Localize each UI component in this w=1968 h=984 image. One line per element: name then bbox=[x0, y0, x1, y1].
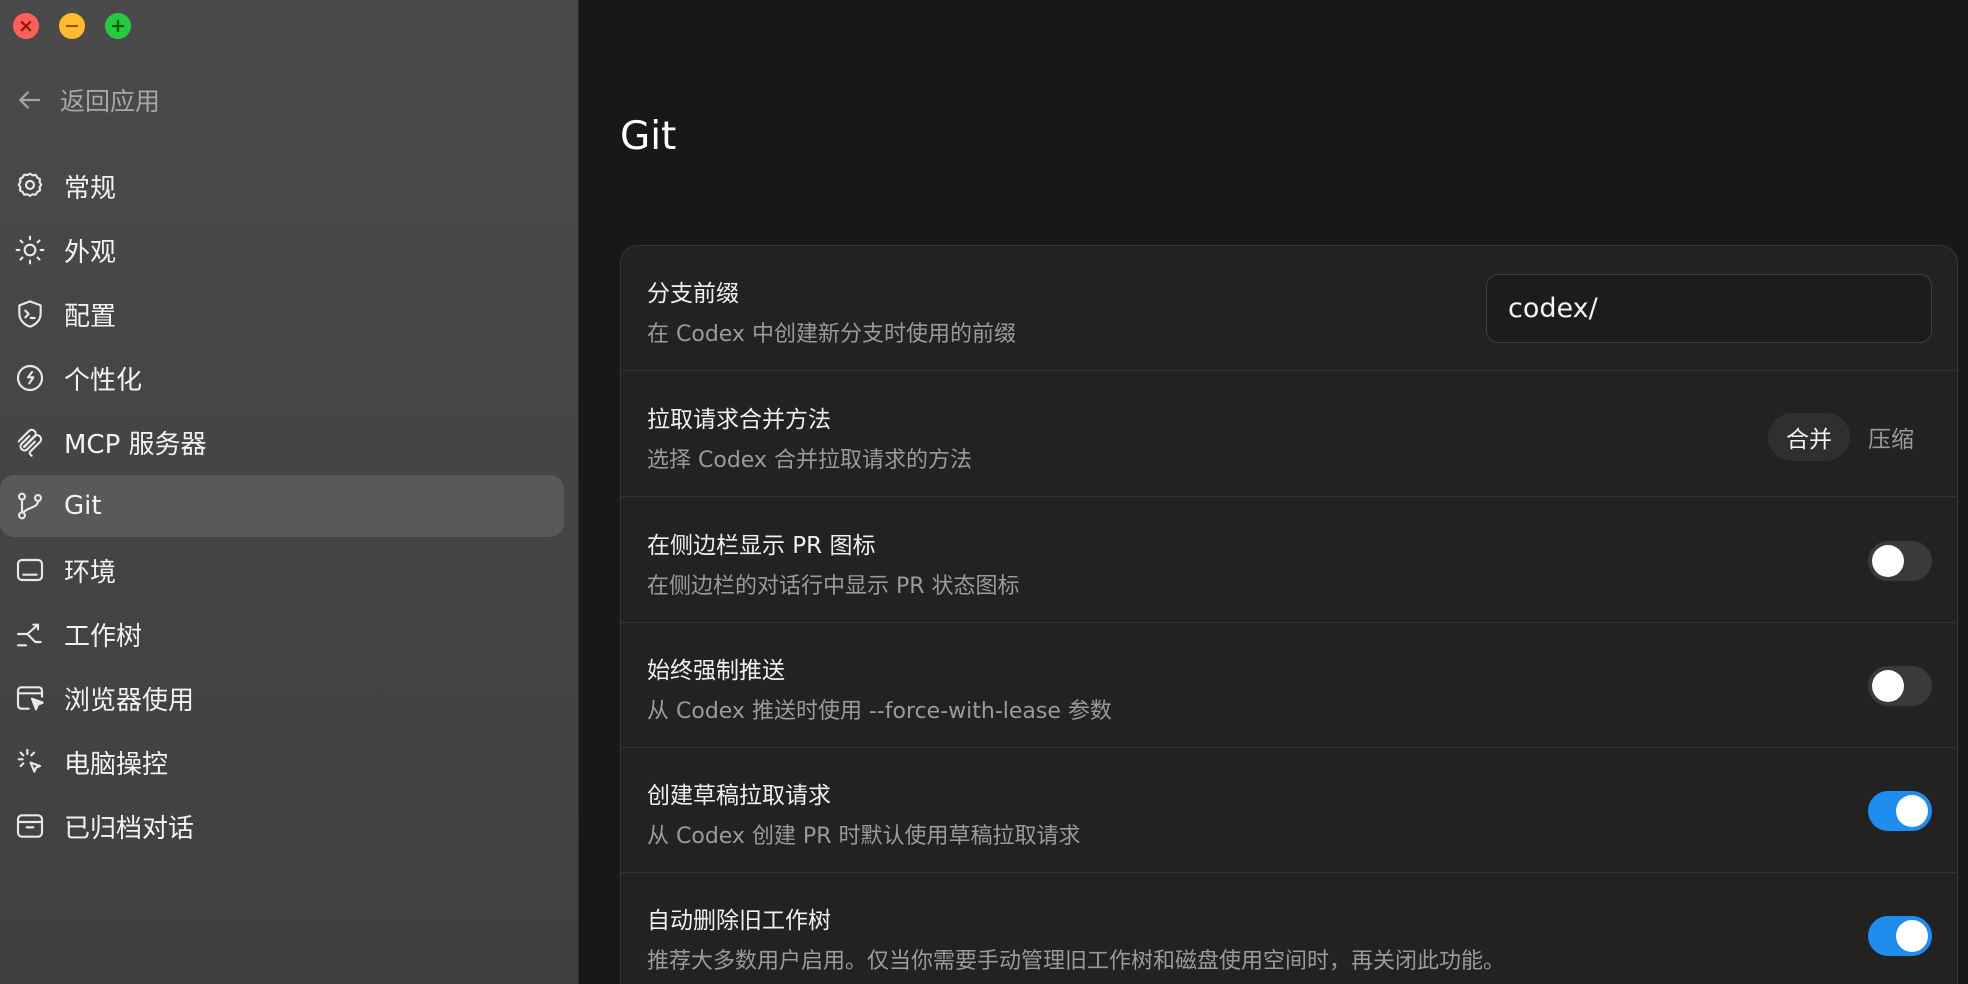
sidebar-item-config[interactable]: 配置 bbox=[0, 283, 564, 345]
draft-pr-toggle[interactable] bbox=[1868, 791, 1932, 831]
setting-description: 在侧边栏的对话行中显示 PR 状态图标 bbox=[647, 574, 1020, 599]
squash-option-button[interactable]: 压缩 bbox=[1850, 413, 1932, 461]
git-branch-icon bbox=[17, 492, 43, 520]
settings-main: Git 分支前缀 在 Codex 中创建新分支时使用的前缀 codex/ 拉取请… bbox=[579, 0, 1968, 984]
sidebar-item-browser-use[interactable]: 浏览器使用 bbox=[0, 667, 564, 729]
setting-title: 自动删除旧工作树 bbox=[647, 908, 831, 934]
computer-control-icon bbox=[17, 748, 42, 773]
back-label: 返回应用 bbox=[60, 87, 161, 116]
window-controls: × − + bbox=[13, 13, 131, 39]
sidebar-item-label: 浏览器使用 bbox=[64, 685, 195, 716]
archive-icon bbox=[16, 814, 44, 838]
mcp-icon bbox=[17, 428, 43, 457]
setting-title: 拉取请求合并方法 bbox=[647, 407, 831, 433]
setting-row-merge-method: 拉取请求合并方法 选择 Codex 合并拉取请求的方法 合并 压缩 bbox=[621, 372, 1957, 497]
close-window-button[interactable]: × bbox=[13, 13, 39, 39]
setting-title: 分支前缀 bbox=[647, 281, 739, 307]
setting-row-draft-pr: 创建草稿拉取请求 从 Codex 创建 PR 时默认使用草稿拉取请求 bbox=[621, 748, 1957, 873]
sidebar-item-archived-chats[interactable]: 已归档对话 bbox=[0, 795, 564, 857]
merge-option-button[interactable]: 合并 bbox=[1768, 413, 1850, 461]
auto-delete-worktrees-toggle[interactable] bbox=[1868, 916, 1932, 956]
setting-row-show-pr-icon: 在侧边栏显示 PR 图标 在侧边栏的对话行中显示 PR 状态图标 bbox=[621, 498, 1957, 623]
setting-row-branch-prefix: 分支前缀 在 Codex 中创建新分支时使用的前缀 codex/ bbox=[621, 246, 1957, 371]
toggle-knob bbox=[1896, 920, 1928, 952]
merge-method-segmented-control: 合并 压缩 bbox=[1768, 413, 1932, 461]
sidebar-item-general[interactable]: 常规 bbox=[0, 155, 564, 217]
setting-description: 在 Codex 中创建新分支时使用的前缀 bbox=[647, 322, 1016, 347]
minimize-window-button[interactable]: − bbox=[59, 13, 85, 39]
back-to-app-button[interactable]: 返回应用 bbox=[14, 82, 160, 118]
sidebar-item-label: 电脑操控 bbox=[64, 749, 169, 780]
personalization-icon bbox=[16, 364, 44, 392]
force-push-toggle[interactable] bbox=[1868, 666, 1932, 706]
git-settings-card: 分支前缀 在 Codex 中创建新分支时使用的前缀 codex/ 拉取请求合并方… bbox=[620, 245, 1958, 984]
toggle-knob bbox=[1872, 670, 1904, 702]
setting-description: 从 Codex 推送时使用 --force-with-lease 参数 bbox=[647, 699, 1112, 724]
sidebar-item-label: MCP 服务器 bbox=[64, 429, 207, 460]
sidebar-item-label: Git bbox=[64, 491, 102, 521]
setting-description: 从 Codex 创建 PR 时默认使用草稿拉取请求 bbox=[647, 824, 1081, 849]
sidebar-item-personalization[interactable]: 个性化 bbox=[0, 347, 564, 409]
sidebar-item-label: 个性化 bbox=[64, 365, 143, 396]
sidebar-item-label: 已归档对话 bbox=[64, 813, 195, 844]
sidebar-item-label: 环境 bbox=[64, 557, 117, 588]
settings-window: × − + 返回应用 常规 外观 配置 个性化 MCP 服务器 Git 环境 工… bbox=[0, 0, 1968, 984]
worktree-icon bbox=[16, 623, 42, 647]
maximize-window-button[interactable]: + bbox=[105, 13, 131, 39]
setting-title: 创建草稿拉取请求 bbox=[647, 783, 831, 809]
sidebar-item-mcp-servers[interactable]: MCP 服务器 bbox=[0, 411, 564, 473]
sidebar-item-label: 常规 bbox=[64, 173, 117, 204]
setting-title: 在侧边栏显示 PR 图标 bbox=[647, 533, 876, 559]
sidebar-item-computer-control[interactable]: 电脑操控 bbox=[0, 731, 564, 793]
setting-title: 始终强制推送 bbox=[647, 658, 785, 684]
sidebar-item-worktrees[interactable]: 工作树 bbox=[0, 603, 564, 665]
arrow-left-icon bbox=[19, 91, 41, 109]
setting-description: 推荐大多数用户启用。仅当你需要手动管理旧工作树和磁盘使用空间时，再关闭此功能。 bbox=[647, 949, 1506, 974]
sidebar-item-appearance[interactable]: 外观 bbox=[0, 219, 564, 281]
show-pr-icon-toggle[interactable] bbox=[1868, 541, 1932, 581]
shield-terminal-icon bbox=[18, 300, 42, 328]
sidebar-item-label: 外观 bbox=[64, 237, 117, 268]
page-title: Git bbox=[620, 114, 677, 159]
environment-icon bbox=[16, 558, 44, 582]
setting-row-auto-delete-worktrees: 自动删除旧工作树 推荐大多数用户启用。仅当你需要手动管理旧工作树和磁盘使用空间时… bbox=[621, 873, 1957, 984]
browser-cursor-icon bbox=[16, 686, 44, 711]
sidebar-item-git[interactable]: Git bbox=[0, 475, 564, 537]
sidebar-item-environment[interactable]: 环境 bbox=[0, 539, 564, 601]
setting-description: 选择 Codex 合并拉取请求的方法 bbox=[647, 448, 972, 473]
setting-row-force-push: 始终强制推送 从 Codex 推送时使用 --force-with-lease … bbox=[621, 623, 1957, 748]
gear-icon bbox=[17, 172, 43, 197]
sun-icon bbox=[15, 235, 45, 265]
sidebar: × − + 返回应用 常规 外观 配置 个性化 MCP 服务器 Git 环境 工… bbox=[0, 0, 579, 984]
sidebar-item-label: 配置 bbox=[64, 301, 117, 332]
branch-prefix-input[interactable]: codex/ bbox=[1486, 274, 1932, 343]
sidebar-item-label: 工作树 bbox=[64, 621, 143, 652]
toggle-knob bbox=[1896, 795, 1928, 827]
toggle-knob bbox=[1872, 545, 1904, 577]
